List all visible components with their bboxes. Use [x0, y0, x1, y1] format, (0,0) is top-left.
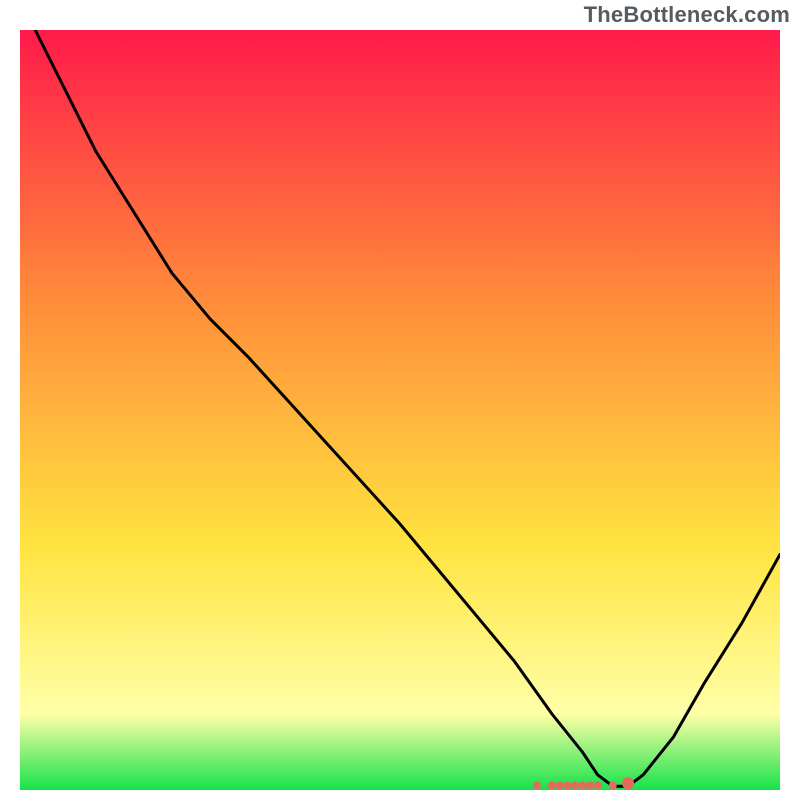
baseline-marker	[556, 781, 564, 789]
baseline-marker	[622, 777, 634, 789]
background-gradient	[20, 30, 780, 790]
baseline-marker	[563, 781, 571, 789]
chart-root: TheBottleneck.com	[0, 0, 800, 800]
baseline-marker	[594, 781, 602, 789]
baseline-marker	[548, 781, 556, 789]
baseline-marker	[571, 781, 579, 789]
watermark-text: TheBottleneck.com	[584, 2, 790, 28]
plot-svg	[20, 30, 780, 790]
plot-area	[20, 30, 780, 790]
baseline-marker	[533, 781, 541, 789]
baseline-marker	[578, 781, 586, 789]
baseline-marker	[609, 781, 617, 789]
baseline-marker	[586, 781, 594, 789]
